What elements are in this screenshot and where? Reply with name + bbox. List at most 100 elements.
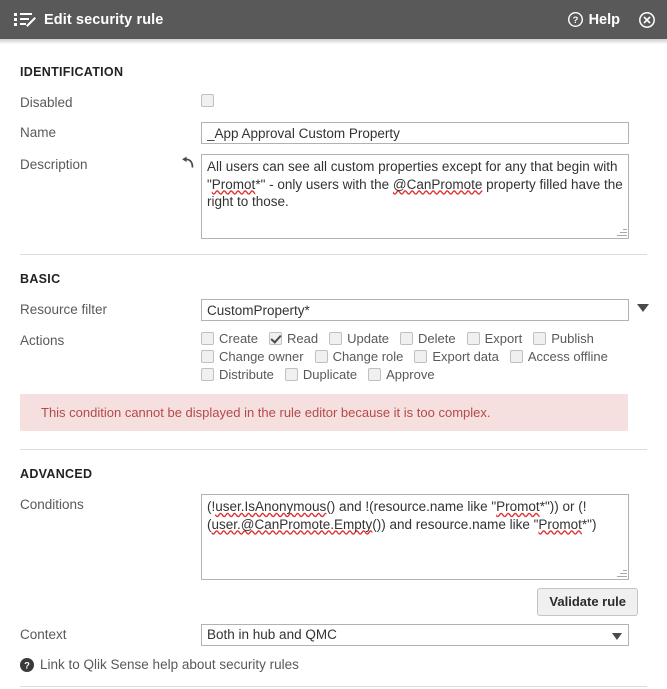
action-export-data-label: Export data — [432, 348, 499, 364]
action-access-offline-label: Access offline — [527, 348, 608, 364]
cond-part-4: ()) and resource.name like " — [372, 516, 539, 532]
description-textarea[interactable]: All users can see all custom properties … — [201, 154, 629, 239]
svg-text:?: ? — [24, 660, 30, 671]
field-row-description: Description All users can see all custom… — [20, 154, 647, 239]
question-circle-icon: ? — [20, 657, 34, 672]
action-export-label: Export — [484, 330, 523, 346]
description-resize-handle[interactable] — [616, 226, 627, 237]
name-input[interactable] — [201, 122, 629, 144]
field-row-actions: Actions Create Read Update Delete Export… — [20, 330, 647, 384]
action-export[interactable]: Export — [466, 330, 523, 346]
form-content: IDENTIFICATION Disabled Name Description… — [0, 44, 667, 239]
description-field: All users can see all custom properties … — [182, 154, 647, 239]
page-title: Edit security rule — [44, 11, 164, 28]
field-row-conditions: Conditions (!user.IsAnonymous() and !(re… — [20, 494, 647, 580]
desc-part-2: *" - only users with the — [255, 176, 393, 192]
action-export-data[interactable]: Export data — [414, 349, 499, 364]
action-change-role-checkbox[interactable] — [314, 349, 328, 363]
cond-misspell-1: user.IsAnonymous — [215, 499, 327, 514]
disabled-field — [201, 92, 647, 110]
action-update-label: Update — [347, 330, 390, 346]
conditions-field: (!user.IsAnonymous() and !(resource.name… — [201, 494, 647, 580]
titlebar-right-group: ? Help — [567, 11, 655, 28]
cond-misspell-2: Promot — [496, 499, 540, 514]
desc-misspell-2: @CanPromote — [392, 176, 483, 192]
actions-label: Actions — [20, 333, 65, 348]
context-select[interactable]: Both in hub and QMC — [201, 624, 629, 646]
resource-filter-label: Resource filter — [20, 302, 108, 317]
basic-section: BASIC Resource filter Actions Create Rea… — [0, 255, 667, 384]
action-read-label: Read — [287, 330, 319, 346]
name-label: Name — [20, 125, 57, 140]
advanced-section: ADVANCED Conditions (!user.IsAnonymous()… — [0, 450, 667, 672]
action-distribute-label: Distribute — [219, 366, 274, 382]
disabled-label: Disabled — [20, 95, 73, 110]
action-change-role[interactable]: Change role — [314, 348, 404, 364]
action-change-role-label: Change role — [332, 348, 404, 364]
close-circle-icon[interactable] — [639, 11, 655, 28]
edit-rule-icon — [14, 12, 36, 28]
validate-rule-button[interactable]: Validate rule — [537, 588, 638, 616]
action-duplicate-label: Duplicate — [302, 366, 358, 382]
action-update[interactable]: Update — [329, 331, 389, 346]
action-create-checkbox[interactable] — [201, 331, 214, 345]
action-change-owner-checkbox[interactable] — [201, 349, 214, 363]
section-heading-basic: BASIC — [20, 272, 61, 286]
action-update-checkbox[interactable] — [329, 331, 343, 345]
action-read-checkbox[interactable] — [269, 331, 283, 345]
action-duplicate-checkbox[interactable] — [284, 367, 298, 381]
action-delete[interactable]: Delete — [400, 331, 456, 346]
context-selected-value: Both in hub and QMC — [207, 627, 337, 642]
action-publish[interactable]: Publish — [533, 331, 594, 346]
action-access-offline-checkbox[interactable] — [509, 349, 523, 363]
action-approve-checkbox[interactable] — [368, 367, 382, 381]
question-circle-icon: ? — [567, 12, 583, 27]
security-rules-help-link-label: Link to Qlik Sense help about security r… — [40, 657, 299, 672]
conditions-resize-handle[interactable] — [616, 567, 627, 578]
conditions-textarea[interactable]: (!user.IsAnonymous() and !(resource.name… — [201, 494, 629, 580]
complexity-warning-banner: This condition cannot be displayed in th… — [20, 394, 628, 431]
actions-checkbox-group: Create Read Update Delete Export Publish… — [201, 330, 631, 382]
field-row-context: Context Both in hub and QMC — [20, 624, 647, 646]
section-heading-identification: IDENTIFICATION — [20, 65, 124, 79]
context-chevron-down-icon — [612, 633, 622, 640]
disabled-checkbox[interactable] — [201, 94, 214, 107]
actions-row-2: Change owner Change role Export data Acc… — [201, 348, 631, 364]
action-change-owner[interactable]: Change owner — [201, 349, 304, 364]
cond-part-1: (! — [207, 499, 216, 514]
action-export-checkbox[interactable] — [466, 331, 480, 345]
titlebar-left-group: Edit security rule — [14, 12, 163, 28]
desc-misspell-1: Promot — [211, 176, 256, 192]
actions-row-1: Create Read Update Delete Export Publish — [201, 330, 631, 346]
validate-button-row: Validate rule — [20, 588, 647, 616]
undo-arrow-icon[interactable] — [181, 156, 195, 169]
action-publish-checkbox[interactable] — [533, 331, 547, 345]
conditions-label: Conditions — [20, 497, 84, 512]
resource-filter-field — [201, 299, 649, 321]
field-row-resource-filter: Resource filter — [20, 299, 649, 321]
action-delete-checkbox[interactable] — [400, 331, 414, 345]
action-create[interactable]: Create — [201, 331, 258, 346]
resource-filter-input[interactable] — [201, 299, 629, 321]
field-row-name: Name — [20, 122, 647, 144]
action-duplicate[interactable]: Duplicate — [284, 366, 358, 382]
cond-misspell-3: user.@CanPromote.Empty — [211, 516, 373, 532]
action-read[interactable]: Read — [269, 331, 318, 346]
svg-text:?: ? — [572, 15, 578, 26]
cond-part-5: *") — [581, 516, 597, 532]
context-label: Context — [20, 627, 67, 642]
action-approve[interactable]: Approve — [368, 367, 435, 382]
action-access-offline[interactable]: Access offline — [509, 348, 608, 364]
action-export-data-checkbox[interactable] — [414, 349, 428, 363]
action-distribute[interactable]: Distribute — [201, 367, 274, 382]
resource-filter-chevron-down-icon[interactable] — [637, 304, 649, 312]
security-rules-help-link[interactable]: ? Link to Qlik Sense help about security… — [20, 657, 647, 672]
name-field — [201, 122, 647, 144]
help-button[interactable]: ? Help — [567, 12, 620, 28]
action-distribute-checkbox[interactable] — [201, 367, 214, 381]
action-delete-label: Delete — [418, 330, 456, 346]
field-row-disabled: Disabled — [20, 92, 647, 111]
action-change-owner-label: Change owner — [219, 348, 304, 364]
actions-row-3: Distribute Duplicate Approve — [201, 366, 631, 382]
cond-part-2: () and !(resource.name like " — [326, 499, 497, 514]
